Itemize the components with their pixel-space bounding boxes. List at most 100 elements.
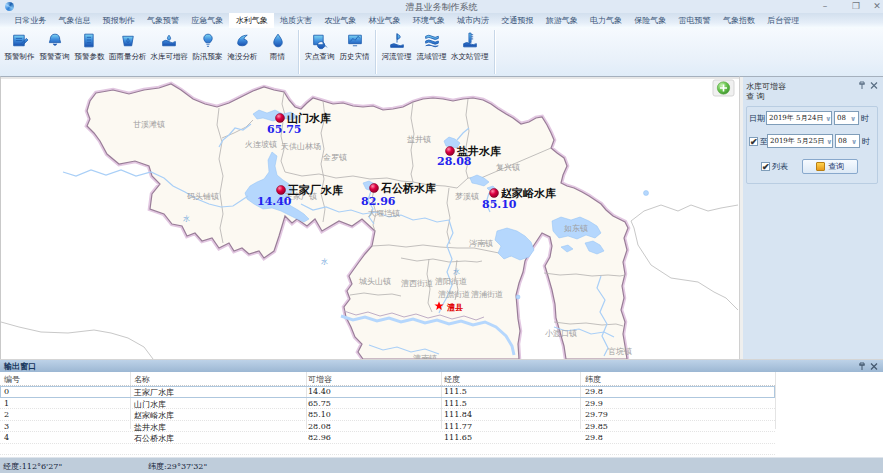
reservoir-value: 85.10: [482, 198, 517, 211]
date-to-select[interactable]: 2019年 5月25日∨: [767, 134, 833, 148]
toolbar-button-rain-info[interactable]: 雨情: [261, 28, 294, 76]
query-button[interactable]: 查询: [802, 159, 858, 174]
toolbar-button-label: 雨情: [270, 52, 285, 62]
column-header[interactable]: 纬度: [585, 374, 601, 385]
table-cell: 111.77: [444, 422, 472, 431]
map-viewport[interactable]: 甘溪滩镇火连坡镇天供山林场金罗镇盐井镇码头铺镇王家厂镇大堰垱镇复兴镇梦溪镇城头山…: [0, 76, 739, 359]
town-label: 涔南镇: [469, 239, 493, 248]
reservoir-value: 28.08: [437, 155, 472, 168]
list-label: 列表: [772, 161, 788, 172]
toolbar-button-hydro-station[interactable]: 水文站管理: [450, 28, 490, 76]
reservoir-dot-icon: [490, 189, 499, 198]
status-longitude: 经度:112°6'27": [3, 461, 62, 472]
toolbar-button-reservoir-capacity[interactable]: 水库可增容: [150, 28, 190, 76]
toolbar-separator: [375, 30, 376, 74]
toolbar-button-rain-analysis[interactable]: 面雨量分析: [108, 28, 148, 76]
tab-11[interactable]: 城市内涝: [451, 13, 495, 28]
tab-16[interactable]: 雷电预警: [672, 13, 716, 28]
tab-9[interactable]: 林业气象: [362, 13, 406, 28]
table-row[interactable]: 4石公桥水库82.96111.6529.8: [0, 432, 775, 444]
tab-5[interactable]: 应急气象: [185, 13, 229, 28]
tab-17[interactable]: 气象指数: [717, 13, 761, 28]
tab-13[interactable]: 旅游气象: [540, 13, 584, 28]
reservoir-value: 65.75: [267, 123, 301, 136]
window-title: 澧县业务制作系统: [0, 1, 883, 14]
pin-icon[interactable]: [858, 362, 866, 371]
table-row[interactable]: 3盐井水库28.08111.7729.85: [0, 421, 775, 433]
table-row[interactable]: 2赵家峪水库85.10111.8429.79: [0, 409, 775, 421]
chevron-down-icon: ∨: [849, 137, 859, 146]
toolbar-button-label: 流域管理: [417, 52, 447, 62]
tab-8[interactable]: 农业气象: [318, 13, 362, 28]
tab-7[interactable]: 地质灾害: [274, 13, 318, 28]
toolbar-button-flood-plan[interactable]: 防汛预案: [191, 28, 224, 76]
hour-from-select[interactable]: 08∨: [834, 111, 859, 125]
map-zoom-control[interactable]: [713, 80, 734, 96]
town-label: 火连坡镇: [245, 140, 277, 149]
tab-10[interactable]: 环境气象: [407, 13, 451, 28]
tab-14[interactable]: 电力气象: [584, 13, 628, 28]
close-panel-icon[interactable]: [870, 362, 878, 371]
toolbar-button-inundation[interactable]: 淹没分析: [226, 28, 259, 76]
town-label: 官垸镇: [608, 347, 632, 356]
column-header[interactable]: 经度: [444, 374, 460, 385]
town-label: 盐井镇: [407, 135, 431, 144]
tab-6[interactable]: 水利气象: [229, 13, 273, 28]
town-label: 如东镇: [564, 224, 588, 233]
town-label: 小渡口镇: [545, 329, 577, 338]
app-window: 澧县业务制作系统 – ❐ ✕ 日常业务气象信息预报制作气象预警应急气象水利气象地…: [0, 0, 883, 473]
river-manage-icon: [387, 31, 407, 50]
table-cell: 29.85: [585, 422, 608, 431]
toolbar-button-history-disaster[interactable]: 历史灾情: [338, 28, 371, 76]
adjacent-boundary-east: [631, 205, 738, 310]
table-cell: 0: [4, 387, 9, 396]
toolbar-button-label: 预警查询: [40, 52, 70, 62]
toolbar-button-warning-params[interactable]: 预警参数: [73, 28, 106, 76]
close-panel-icon[interactable]: [870, 81, 878, 90]
column-header[interactable]: 名称: [134, 374, 150, 385]
to-checkbox[interactable]: ✔: [749, 137, 758, 146]
river-label: 水: [321, 258, 328, 266]
toolbar-button-warning-bell[interactable]: 预警查询: [38, 28, 71, 76]
table-row[interactable]: 1山门水库65.75111.529.9: [0, 398, 775, 410]
minimize-button[interactable]: –: [820, 0, 830, 13]
tab-3[interactable]: 预报制作: [97, 13, 141, 28]
hour-to-select[interactable]: 08∨: [835, 134, 860, 148]
tab-18[interactable]: 后台管理: [761, 13, 805, 28]
town-label: 金罗镇: [322, 153, 347, 162]
toolbar-button-label: 预警制作: [5, 52, 35, 62]
table-cell: 111.5: [444, 387, 467, 396]
town-label: 天供山林场: [281, 142, 321, 151]
table-row[interactable]: 0王家厂水库14.40111.529.8: [0, 386, 775, 398]
toolbar-button-river-manage[interactable]: 河流管理: [380, 28, 413, 76]
tab-4[interactable]: 气象预警: [141, 13, 185, 28]
table-cell: 4: [4, 433, 9, 442]
column-header[interactable]: 编号: [4, 374, 20, 385]
tab-12[interactable]: 交通预报: [495, 13, 539, 28]
pin-icon[interactable]: [858, 81, 866, 90]
tab-1[interactable]: 日常业务: [8, 13, 52, 28]
tab-2[interactable]: 气象信息: [52, 13, 96, 28]
maximize-button[interactable]: ❐: [851, 0, 861, 13]
table-cell: 29.8: [585, 387, 603, 396]
list-checkbox[interactable]: ✔: [761, 162, 770, 171]
close-button[interactable]: ✕: [872, 0, 882, 13]
toolbar-button-basin-manage[interactable]: 流域管理: [415, 28, 448, 76]
county-seat-label: 澧县: [446, 302, 463, 312]
table-cell: 山门水库: [134, 399, 166, 410]
table-cell: 82.96: [308, 433, 331, 442]
reservoir-dot-icon: [277, 186, 286, 195]
toolbar-button-label: 灾点查询: [305, 52, 335, 62]
column-header[interactable]: 可增容: [308, 374, 332, 385]
reservoir-value: 14.40: [257, 195, 292, 208]
toolbar-separator: [298, 30, 299, 74]
toolbar-button-warning-edit[interactable]: 预警制作: [3, 28, 36, 76]
toolbar-button-disaster-query[interactable]: 灾点查询: [303, 28, 336, 76]
toolbar-button-label: 水库可增容: [151, 52, 189, 62]
toolbar-separator: [494, 30, 495, 74]
warning-params-icon: [80, 31, 100, 50]
chevron-down-icon: ∨: [824, 137, 834, 146]
tab-15[interactable]: 保险气象: [628, 13, 672, 28]
reservoir-capacity-icon: [159, 31, 179, 50]
date-from-select[interactable]: 2019年 5月24日∨: [766, 111, 832, 125]
